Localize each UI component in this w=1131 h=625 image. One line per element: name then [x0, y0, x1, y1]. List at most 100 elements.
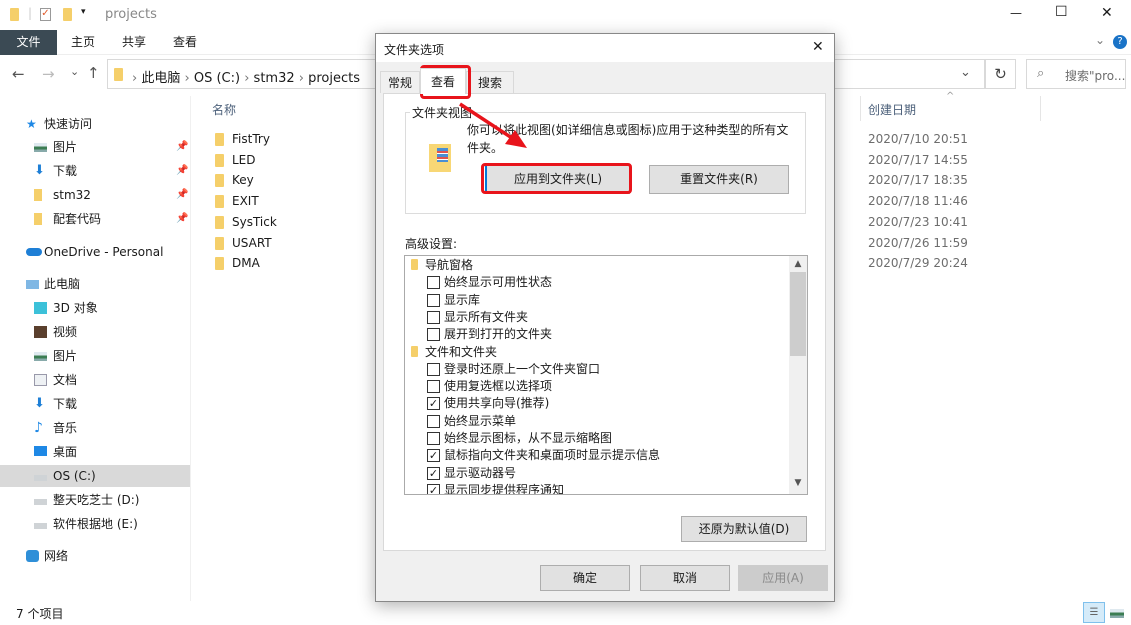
up-button[interactable]: ↑: [87, 64, 100, 82]
details-view-button[interactable]: ☰: [1083, 602, 1105, 623]
column-header-name[interactable]: 名称: [212, 101, 236, 118]
sidebar-item[interactable]: 软件根据地 (E:): [0, 513, 190, 535]
checkbox[interactable]: [427, 276, 440, 290]
large-icons-view-button[interactable]: [1110, 609, 1124, 618]
search-input[interactable]: ⌕ 搜索"pro...: [1026, 59, 1126, 89]
quick-access-dropdown-icon[interactable]: ▾: [81, 7, 86, 17]
cube-icon: [34, 302, 47, 314]
scrollbar-thumb[interactable]: [790, 272, 806, 356]
file-created-date: 2020/7/10 20:51: [868, 132, 968, 146]
file-row[interactable]: USART: [213, 233, 373, 253]
pin-icon[interactable]: 📌: [176, 208, 188, 230]
minimize-button[interactable]: —: [1010, 6, 1022, 20]
computer-icon: [26, 280, 39, 289]
breadcrumb-this-pc[interactable]: 此电脑: [141, 71, 180, 86]
close-button[interactable]: ✕: [1101, 5, 1113, 21]
sort-ascending-icon: ^: [946, 91, 955, 102]
sidebar-item[interactable]: OneDrive - Personal: [0, 241, 190, 263]
folder-icon: [215, 153, 224, 167]
file-row[interactable]: DMA: [213, 253, 373, 273]
checkbox[interactable]: ✓: [427, 483, 440, 494]
back-button[interactable]: ←: [12, 65, 25, 83]
breadcrumb-stm32[interactable]: stm32: [254, 71, 295, 86]
tab-view[interactable]: 查看: [420, 68, 466, 94]
properties-icon[interactable]: ✓: [40, 8, 51, 21]
checkbox[interactable]: [427, 362, 440, 376]
sidebar-item[interactable]: ★ 快速访问: [0, 113, 190, 135]
address-dropdown-icon[interactable]: ⌄: [960, 65, 971, 80]
sidebar-item[interactable]: 文档: [0, 369, 190, 391]
sidebar-item[interactable]: 视频: [0, 321, 190, 343]
breadcrumb-os-c[interactable]: OS (C:): [194, 71, 240, 86]
scrollbar[interactable]: ▲ ▼: [789, 256, 807, 494]
pin-icon[interactable]: 📌: [176, 184, 188, 206]
category-folder-icon: [411, 259, 418, 270]
sidebar-item[interactable]: 桌面: [0, 441, 190, 463]
file-row[interactable]: FistTry: [213, 129, 373, 149]
checkbox[interactable]: [427, 380, 440, 394]
sidebar-item[interactable]: ⬇ 下载 📌: [0, 160, 190, 182]
file-row[interactable]: LED: [213, 150, 373, 170]
checkbox[interactable]: ✓: [427, 449, 440, 463]
refresh-button[interactable]: ↻: [985, 59, 1016, 89]
file-row[interactable]: Key: [213, 170, 373, 190]
checkbox-label: 使用共享向导(推荐): [444, 396, 550, 411]
sidebar-item[interactable]: OS (C:): [0, 465, 190, 487]
sidebar-item[interactable]: 此电脑: [0, 273, 190, 295]
column-header-created[interactable]: 创建日期: [868, 101, 916, 118]
tab-general[interactable]: 常规: [380, 71, 420, 93]
folder-icon: [34, 213, 42, 225]
column-divider[interactable]: [860, 96, 861, 121]
sidebar-item[interactable]: 网络: [0, 545, 190, 567]
forward-button[interactable]: →: [42, 65, 55, 83]
advanced-settings-tree[interactable]: 导航窗格 始终显示可用性状态 显示库 显示所有文件夹 展开到打开的文件夹 文件和文件夹 登录…: [404, 255, 808, 495]
sidebar-item[interactable]: ♪ 音乐: [0, 417, 190, 439]
sidebar-item-label: OS (C:): [53, 469, 96, 483]
tab-file[interactable]: 文件: [0, 30, 57, 55]
checkbox[interactable]: [427, 328, 440, 342]
maximize-button[interactable]: ☐: [1055, 4, 1068, 20]
folder-icon: [10, 8, 19, 21]
tab-search[interactable]: 搜索: [466, 71, 514, 93]
scroll-down-icon[interactable]: ▼: [789, 478, 807, 488]
file-row[interactable]: EXIT: [213, 191, 373, 211]
apply-button[interactable]: 应用(A): [738, 565, 828, 591]
dialog-title-bar: 文件夹选项 ✕: [376, 34, 834, 62]
pictures-icon: [34, 143, 47, 152]
file-row[interactable]: SysTick: [213, 212, 373, 232]
expand-ribbon-icon[interactable]: ⌄: [1095, 33, 1105, 47]
checkbox[interactable]: ✓: [427, 397, 440, 411]
sidebar-item-label: 配套代码: [53, 212, 102, 226]
sidebar-item[interactable]: 图片 📌: [0, 136, 190, 158]
sidebar-item[interactable]: 3D 对象: [0, 297, 190, 319]
ok-button[interactable]: 确定: [540, 565, 630, 591]
reset-folders-button[interactable]: 重置文件夹(R): [649, 165, 789, 194]
pin-icon[interactable]: 📌: [176, 136, 188, 158]
checkbox[interactable]: ✓: [427, 466, 440, 480]
dialog-close-button[interactable]: ✕: [812, 39, 824, 55]
column-divider[interactable]: [1040, 96, 1041, 121]
checkbox[interactable]: [427, 293, 440, 307]
recent-locations-button[interactable]: ⌄: [70, 65, 79, 78]
breadcrumb-sep: ›: [184, 71, 190, 86]
checkbox[interactable]: [427, 414, 440, 428]
restore-defaults-button[interactable]: 还原为默认值(D): [681, 516, 807, 542]
sidebar-item[interactable]: 图片: [0, 345, 190, 367]
tab-view[interactable]: 查看: [158, 30, 212, 55]
sidebar-item-label: 此电脑: [44, 277, 81, 291]
help-icon[interactable]: ?: [1113, 35, 1127, 49]
scroll-up-icon[interactable]: ▲: [789, 256, 807, 272]
cancel-button[interactable]: 取消: [640, 565, 730, 591]
new-folder-icon[interactable]: [63, 8, 72, 21]
checkbox[interactable]: [427, 310, 440, 324]
tab-share[interactable]: 共享: [107, 30, 161, 55]
document-icon: [34, 374, 47, 386]
checkbox[interactable]: [427, 432, 440, 445]
breadcrumb-projects[interactable]: projects: [308, 71, 360, 86]
tab-home[interactable]: 主页: [56, 30, 110, 55]
pin-icon[interactable]: 📌: [176, 160, 188, 182]
sidebar-item[interactable]: 整天吃芝士 (D:): [0, 489, 190, 511]
sidebar-item[interactable]: stm32 📌: [0, 184, 190, 206]
sidebar-item[interactable]: 配套代码 📌: [0, 208, 190, 230]
sidebar-item[interactable]: ⬇ 下载: [0, 393, 190, 415]
